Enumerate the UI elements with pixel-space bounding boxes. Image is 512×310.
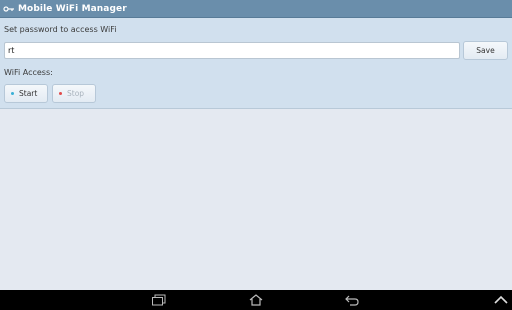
recent-apps-icon[interactable]: [151, 293, 167, 307]
back-icon[interactable]: [344, 293, 360, 307]
stop-button[interactable]: Stop: [52, 84, 96, 103]
password-input[interactable]: [4, 42, 460, 59]
settings-panel: Set password to access WiFi Save WiFi Ac…: [0, 18, 512, 109]
start-button[interactable]: Start: [4, 84, 48, 103]
system-nav-bar: [0, 290, 512, 310]
title-bar: Mobile WiFi Manager: [0, 0, 512, 18]
chevron-up-icon[interactable]: [493, 293, 509, 307]
save-button[interactable]: Save: [463, 41, 508, 60]
wifi-access-label: WiFi Access:: [4, 68, 53, 77]
stop-button-label: Stop: [67, 89, 85, 98]
key-icon: [2, 4, 16, 14]
app-title: Mobile WiFi Manager: [18, 3, 127, 14]
home-icon[interactable]: [248, 293, 264, 307]
password-label: Set password to access WiFi: [4, 25, 117, 34]
save-button-label: Save: [476, 46, 495, 55]
play-icon: [11, 92, 14, 95]
start-button-label: Start: [19, 89, 38, 98]
stop-icon: [59, 92, 62, 95]
